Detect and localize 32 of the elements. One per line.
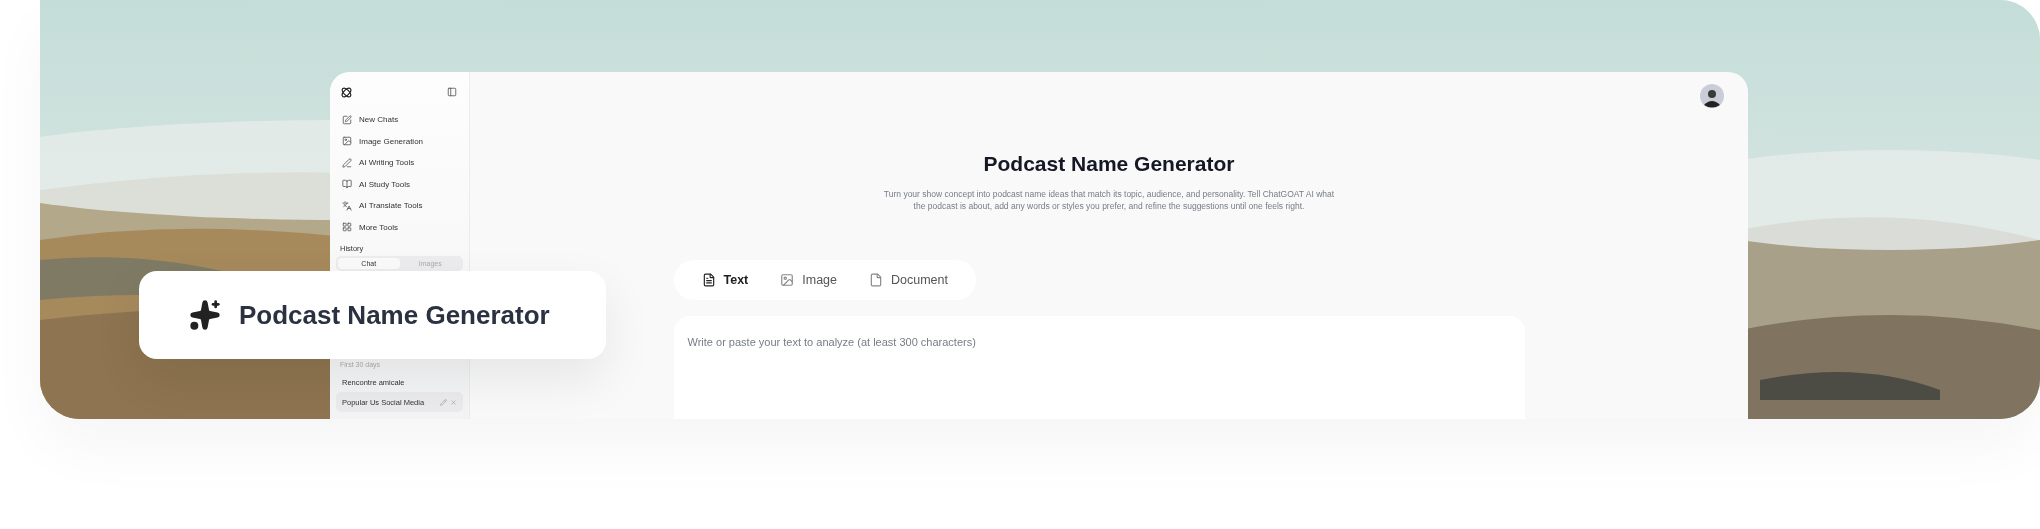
- sidebar-item[interactable]: AI Writing Tools: [336, 152, 463, 174]
- input-type-tab[interactable]: Document: [857, 273, 960, 287]
- input-type-tab[interactable]: Text: [689, 273, 761, 287]
- sidebar-item-label: AI Translate Tools: [359, 201, 423, 211]
- translate-icon: [342, 200, 352, 211]
- sidebar-item-label: Image Generation: [359, 136, 424, 146]
- sidebar-item[interactable]: AI Study Tools: [336, 173, 463, 195]
- image-icon: [342, 136, 352, 147]
- sidebar-item[interactable]: Image Generation: [336, 130, 463, 152]
- book-icon: [342, 179, 352, 190]
- page-title: Podcast Name Generator: [983, 152, 1235, 176]
- sidebar-toggle-icon[interactable]: [447, 87, 457, 97]
- page-description: Turn your show concept into podcast name ideas that match its topic, audience, and personality. Tell ChatGOAT AI what the podcast is about, add any words or styles you prefer, and refine the suggestions until one feels right.: [882, 188, 1336, 212]
- grid-icon: [342, 222, 352, 233]
- sidebar-item[interactable]: AI Translate Tools: [336, 195, 463, 217]
- sparkles-icon: [189, 299, 221, 331]
- sidebar-item[interactable]: New Chats: [336, 109, 463, 131]
- sidebar-item-label: AI Writing Tools: [359, 158, 415, 168]
- edit-icon: [342, 114, 352, 125]
- file-icon: [869, 273, 884, 287]
- input-type-tab[interactable]: Image: [768, 273, 850, 287]
- logo-icon: [340, 85, 353, 99]
- sidebar-item-label: New Chats: [359, 115, 399, 125]
- avatar[interactable]: [1700, 84, 1724, 108]
- pen-icon: [342, 157, 352, 168]
- text-file-icon: [701, 273, 716, 287]
- sidebar-item-label: AI Study Tools: [359, 179, 410, 189]
- sidebar-item[interactable]: More Tools: [336, 216, 463, 238]
- sidebar-item-label: More Tools: [359, 222, 398, 232]
- image-icon: [780, 273, 795, 287]
- feature-title: Podcast Name Generator: [239, 299, 550, 331]
- text-input-field[interactable]: Write or paste your text to analyze (at least 300 characters): [673, 316, 1525, 419]
